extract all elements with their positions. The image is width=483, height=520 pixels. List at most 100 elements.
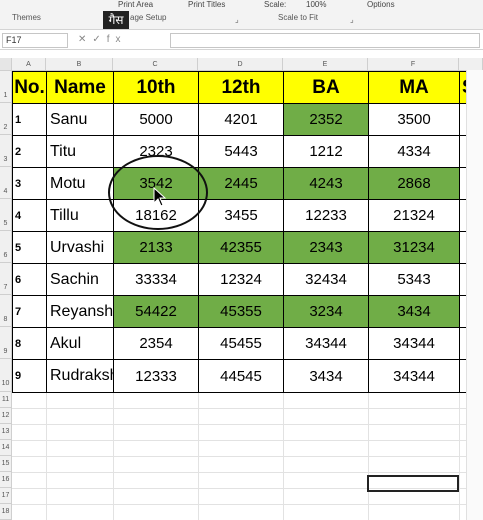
cell-no[interactable]: 1	[12, 103, 47, 136]
header-ba[interactable]: BA	[283, 71, 369, 104]
cell-12th[interactable]: 3455	[198, 199, 284, 232]
header-12th[interactable]: 12th	[198, 71, 284, 104]
print-area-button[interactable]: Print Area	[118, 0, 153, 9]
cell-ba[interactable]: 2352	[283, 103, 369, 136]
select-all-corner[interactable]	[0, 58, 12, 71]
confirm-icon[interactable]: ✓	[92, 34, 106, 45]
cell-12th[interactable]: 45355	[198, 295, 284, 328]
cell-12th[interactable]: 12324	[198, 263, 284, 296]
cell-name[interactable]: Reyansh	[46, 295, 114, 328]
row-header[interactable]: 1	[0, 71, 12, 103]
cell-12th[interactable]: 5443	[198, 135, 284, 168]
gridline	[12, 408, 483, 409]
cell-ba[interactable]: 2343	[283, 231, 369, 264]
cell-ba[interactable]: 4243	[283, 167, 369, 200]
fx-icon[interactable]: fx	[107, 34, 127, 45]
row-header[interactable]: 3	[0, 135, 12, 167]
row-header[interactable]: 15	[0, 456, 12, 472]
cell-ma[interactable]: 4334	[368, 135, 460, 168]
header-ma[interactable]: MA	[368, 71, 460, 104]
cell-no[interactable]: 4	[12, 199, 47, 232]
cell-ma[interactable]: 3434	[368, 295, 460, 328]
scale-value[interactable]: 100%	[306, 0, 326, 9]
cell-ba[interactable]: 12233	[283, 199, 369, 232]
dialog-launcher-icon[interactable]: ⌟	[235, 15, 239, 24]
cell-name[interactable]: Motu	[46, 167, 114, 200]
dialog-launcher-icon[interactable]: ⌟	[350, 15, 354, 24]
row-header[interactable]: 16	[0, 472, 12, 488]
cell-no[interactable]: 7	[12, 295, 47, 328]
column-header[interactable]: E	[283, 58, 368, 71]
row-header[interactable]: 10	[0, 359, 12, 392]
cell-12th[interactable]: 42355	[198, 231, 284, 264]
cell-10th[interactable]: 54422	[113, 295, 199, 328]
cell-12th[interactable]: 4201	[198, 103, 284, 136]
cell-name[interactable]: Titu	[46, 135, 114, 168]
gridline	[12, 424, 483, 425]
cell-10th[interactable]: 2133	[113, 231, 199, 264]
print-titles-button[interactable]: Print Titles	[188, 0, 225, 9]
cell-ma[interactable]: 31234	[368, 231, 460, 264]
cell-name[interactable]: Sachin	[46, 263, 114, 296]
gridline	[198, 392, 199, 520]
column-header[interactable]: F	[368, 58, 459, 71]
row-header[interactable]: 18	[0, 504, 12, 520]
vertical-scrollbar[interactable]	[466, 70, 483, 520]
cell-ba[interactable]: 3434	[283, 359, 369, 393]
cell-name[interactable]: Sanu	[46, 103, 114, 136]
cell-ba[interactable]: 32434	[283, 263, 369, 296]
column-header[interactable]: B	[46, 58, 113, 71]
row-header[interactable]: 6	[0, 231, 12, 263]
row-header[interactable]: 7	[0, 263, 12, 295]
cell-name[interactable]: Urvashi	[46, 231, 114, 264]
cell-no[interactable]: 9	[12, 359, 47, 393]
header-name[interactable]: Name	[46, 71, 114, 104]
cell-ma[interactable]: 21324	[368, 199, 460, 232]
row-header[interactable]: 5	[0, 199, 12, 231]
cell-12th[interactable]: 45455	[198, 327, 284, 360]
cell-name[interactable]: Rudraksh	[46, 359, 114, 393]
cell-ma[interactable]: 2868	[368, 167, 460, 200]
header-10th[interactable]: 10th	[113, 71, 199, 104]
row-header[interactable]: 4	[0, 167, 12, 199]
cell-no[interactable]: 8	[12, 327, 47, 360]
page-setup-group-label: age Setup	[130, 13, 167, 22]
row-header[interactable]: 2	[0, 103, 12, 135]
header-no[interactable]: No.	[12, 71, 47, 104]
cell-name[interactable]: Tillu	[46, 199, 114, 232]
formula-input[interactable]	[170, 33, 480, 48]
row-header[interactable]: 8	[0, 295, 12, 327]
row-header[interactable]: 12	[0, 408, 12, 424]
row-header[interactable]: 13	[0, 424, 12, 440]
cell-ba[interactable]: 34344	[283, 327, 369, 360]
row-header[interactable]: 14	[0, 440, 12, 456]
cell-no[interactable]: 6	[12, 263, 47, 296]
cell-ba[interactable]: 3234	[283, 295, 369, 328]
cell-no[interactable]: 2	[12, 135, 47, 168]
cell-10th[interactable]: 33334	[113, 263, 199, 296]
row-header[interactable]: 9	[0, 327, 12, 359]
column-header[interactable]: D	[198, 58, 283, 71]
cell-ma[interactable]: 34344	[368, 359, 460, 393]
cell-ma[interactable]: 3500	[368, 103, 460, 136]
name-box[interactable]: F17	[2, 33, 68, 48]
cell-10th[interactable]: 12333	[113, 359, 199, 393]
row-header[interactable]: 17	[0, 488, 12, 504]
gridline	[283, 392, 284, 520]
cell-no[interactable]: 3	[12, 167, 47, 200]
cell-12th[interactable]: 44545	[198, 359, 284, 393]
gridline	[459, 392, 460, 520]
column-header[interactable]: C	[113, 58, 198, 71]
selected-cell-f17[interactable]	[367, 475, 459, 492]
column-header[interactable]: A	[12, 58, 46, 71]
cell-no[interactable]: 5	[12, 231, 47, 264]
cell-ma[interactable]: 34344	[368, 327, 460, 360]
cell-10th[interactable]: 5000	[113, 103, 199, 136]
cell-12th[interactable]: 2445	[198, 167, 284, 200]
cell-ma[interactable]: 5343	[368, 263, 460, 296]
cell-10th[interactable]: 2354	[113, 327, 199, 360]
cancel-icon[interactable]: ✕	[78, 34, 92, 45]
cell-ba[interactable]: 1212	[283, 135, 369, 168]
row-header[interactable]: 11	[0, 392, 12, 408]
cell-name[interactable]: Akul	[46, 327, 114, 360]
